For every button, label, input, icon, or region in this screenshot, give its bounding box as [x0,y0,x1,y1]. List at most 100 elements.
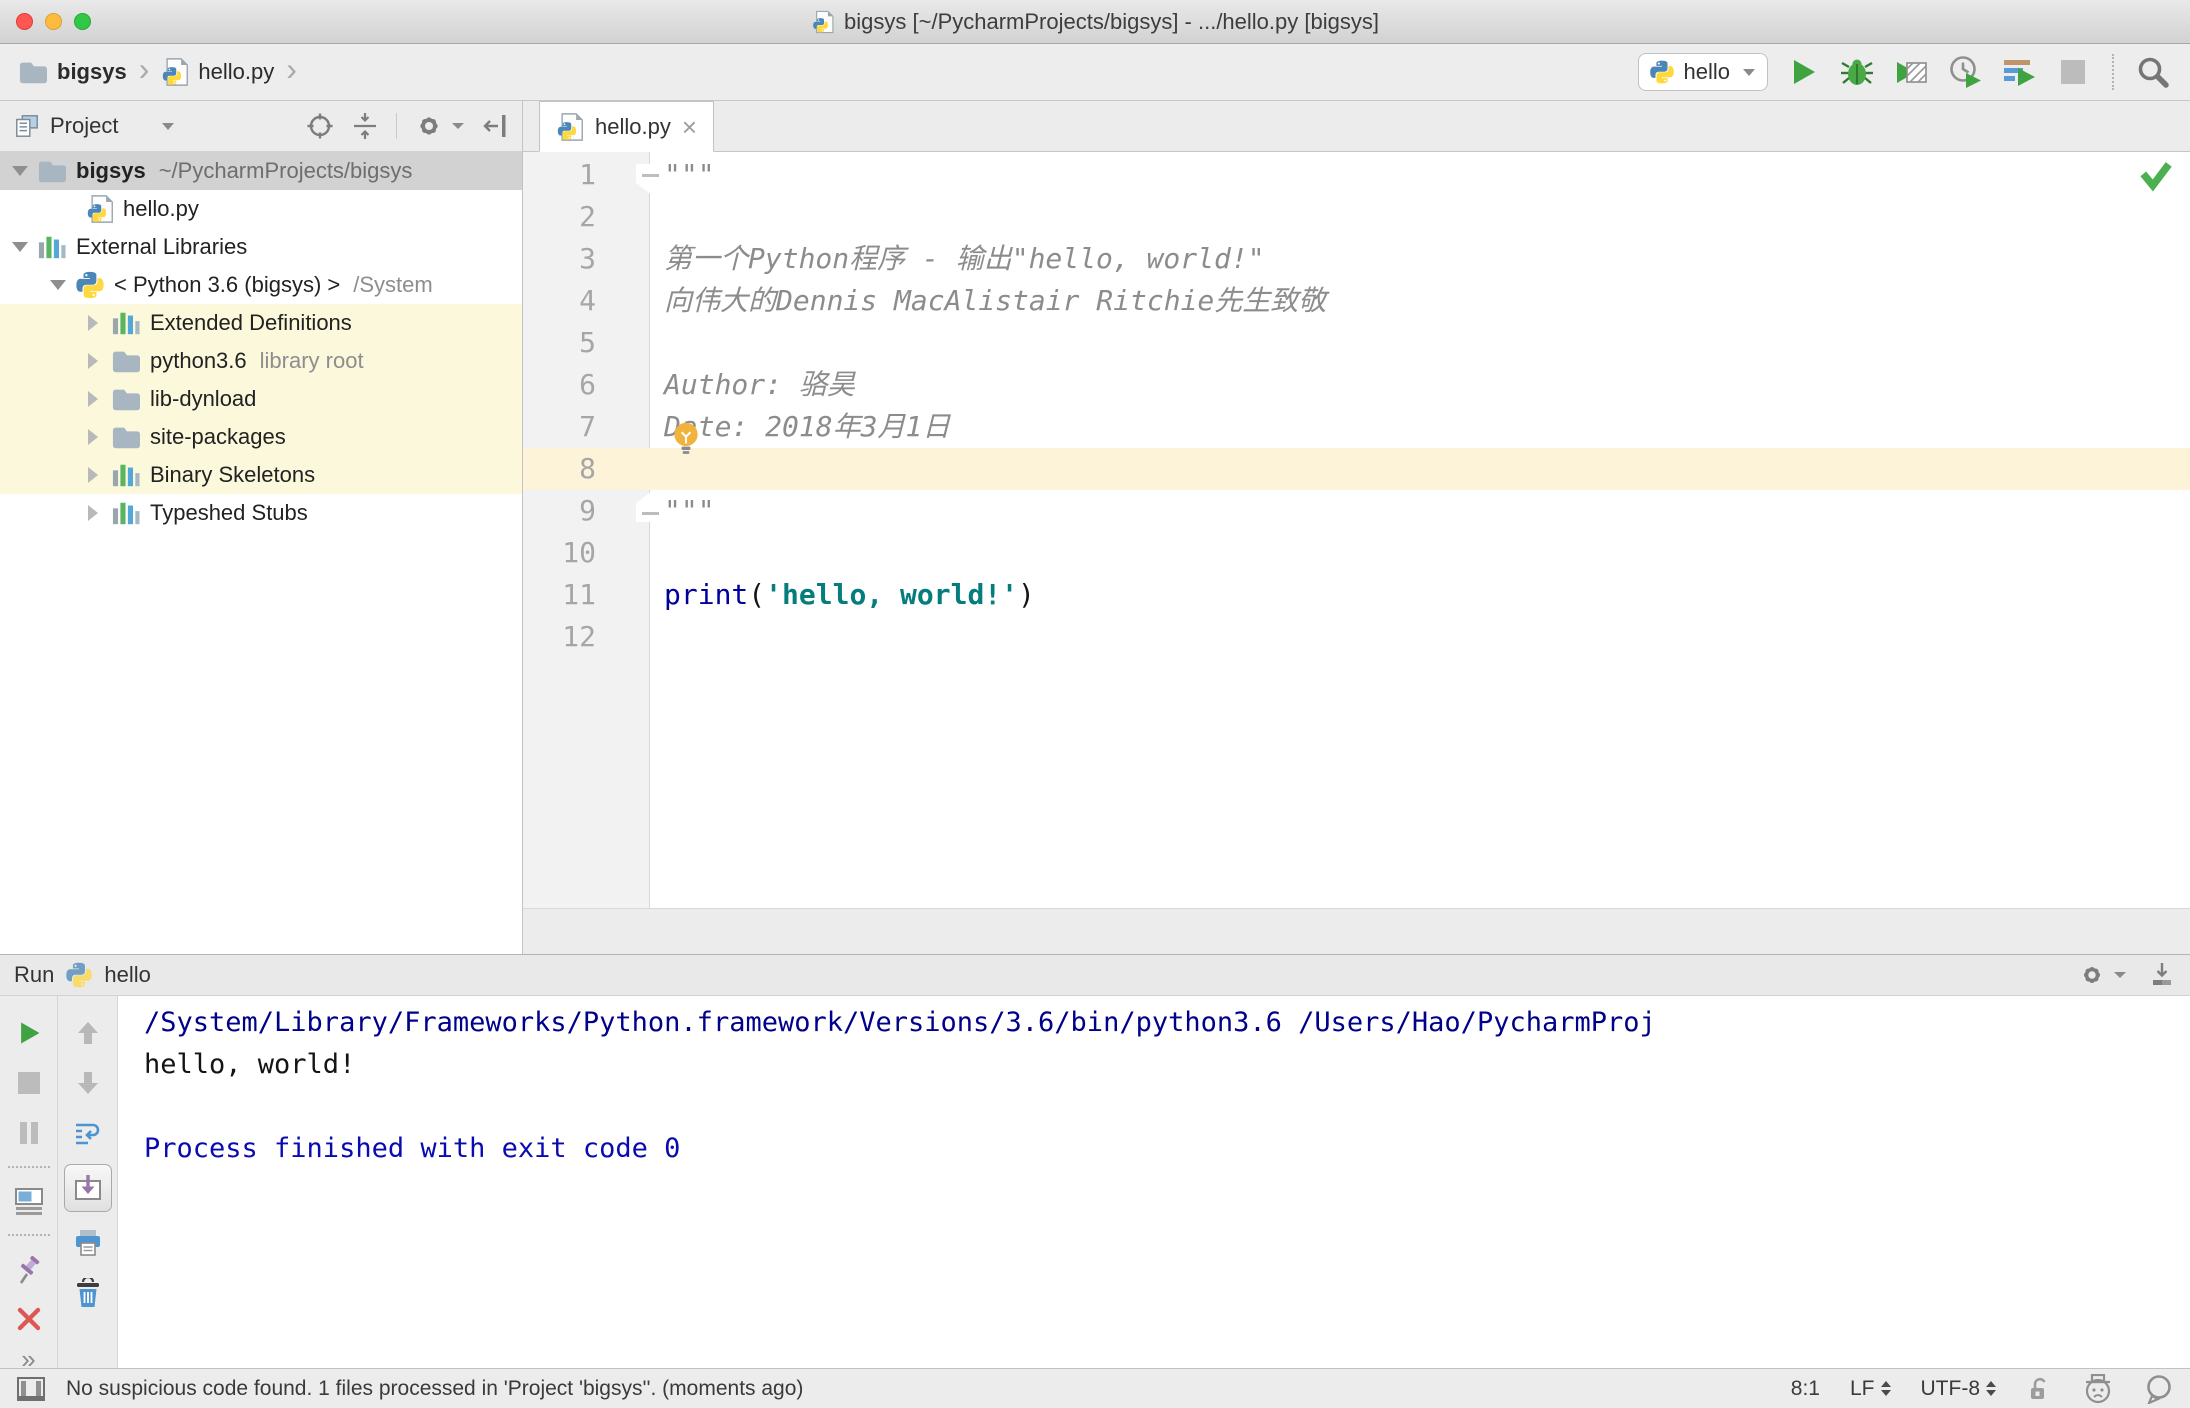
code-line: 1 """ [523,154,2190,196]
keyword-print: print [664,578,749,611]
locate-file-icon[interactable] [306,112,334,140]
status-message[interactable]: No suspicious code found. 1 files proces… [66,1377,803,1401]
line-ending-widget[interactable]: LF [1850,1377,1891,1401]
more-actions-button[interactable]: » [21,1344,35,1375]
debug-button[interactable] [1838,53,1876,91]
restore-layout-button[interactable] [14,1176,44,1226]
down-stack-trace-button[interactable] [75,1058,101,1108]
tree-row-hello-py[interactable]: hello.py [0,190,522,228]
tree-row-typeshed-stubs[interactable]: Typeshed Stubs [0,494,522,532]
collapsed-arrow-icon[interactable] [88,315,98,331]
tool-window-toggle-icon[interactable] [16,1376,46,1402]
tree-row-extended-definitions[interactable]: Extended Definitions [0,304,522,342]
soft-wrap-button[interactable] [73,1108,103,1158]
pin-tab-button[interactable] [14,1244,44,1294]
collapsed-arrow-icon[interactable] [88,353,98,369]
tree-row-python3-6[interactable]: python3.6 library root [0,342,522,380]
line-number[interactable]: 12 [523,616,650,658]
run-with-coverage-button[interactable] [1892,53,1930,91]
tree-label: lib-dynload [150,386,257,411]
up-stack-trace-button[interactable] [75,1008,101,1058]
toolbar-separator [396,113,397,139]
hide-panel-icon[interactable] [482,112,508,140]
tree-row-bigsys[interactable]: bigsys ~/PycharmProjects/bigsys [0,152,522,190]
fold-minus-icon [642,174,659,177]
run-console[interactable]: /System/Library/Frameworks/Python.framew… [118,996,2190,1368]
expanded-arrow-icon[interactable] [12,166,28,176]
line-number[interactable]: 6 [523,364,650,406]
line-number[interactable]: 10 [523,532,650,574]
run-configuration-select[interactable]: hello [1637,53,1768,91]
expanded-arrow-icon[interactable] [12,242,28,252]
print-console-button[interactable] [73,1218,103,1268]
clear-console-button[interactable] [74,1268,102,1318]
project-view-icon [16,115,38,137]
chevron-down-icon[interactable] [162,122,175,130]
tree-row-site-packages[interactable]: site-packages [0,418,522,456]
collapsed-arrow-icon[interactable] [88,429,98,445]
code-line: 6 Author: 骆昊 [523,364,2190,406]
line-number[interactable]: 3 [523,238,650,280]
rerun-button[interactable] [15,1008,43,1058]
code-line: 2 [523,196,2190,238]
hector-inspector-icon[interactable] [2082,1373,2114,1404]
intention-bulb-icon[interactable] [669,420,703,460]
line-number[interactable]: 11 [523,574,650,616]
minimize-window-button[interactable] [45,13,62,30]
chevron-right-icon: › [286,51,297,87]
tree-row-external-libraries[interactable]: External Libraries [0,228,522,266]
pause-output-button[interactable] [17,1108,41,1158]
line-number[interactable]: 7 [523,406,650,448]
breadcrumb-file[interactable]: hello.py [198,59,274,85]
project-panel-title[interactable]: Project [50,113,118,139]
close-panel-button[interactable] [16,1294,42,1344]
run-panel-config-name[interactable]: hello [104,962,150,988]
collapsed-arrow-icon[interactable] [88,467,98,483]
line-number[interactable]: 8 [523,448,650,490]
code-line: 4 向伟大的Dennis MacAlistair Ritchie先生致敬 [523,280,2190,322]
run-button[interactable] [1784,53,1822,91]
inspection-ok-check-icon[interactable] [2138,160,2174,192]
collapse-all-icon[interactable] [352,112,378,140]
run-settings-button[interactable] [2079,962,2126,988]
code-editor[interactable]: 1 """ 2 3 第一个Python程序 - 输出"hello, world!" … [523,152,2190,908]
tree-row-lib-dynload[interactable]: lib-dynload [0,380,522,418]
dock-panel-icon[interactable] [2148,961,2176,989]
editor-hscroll-strip[interactable] [523,908,2190,954]
tree-row-python-3-6[interactable]: < Python 3.6 (bigsys) > /System [0,266,522,304]
stop-process-button[interactable] [16,1058,42,1108]
code-lines: 1 """ 2 3 第一个Python程序 - 输出"hello, world!" … [523,152,2190,658]
caret-position-widget[interactable]: 8:1 [1791,1377,1820,1401]
close-tab-icon[interactable]: × [682,114,697,140]
project-tool-window: Project bigsys ~/PycharmProjects/bigsys … [0,101,523,954]
tree-row-binary-skeletons[interactable]: Binary Skeletons [0,456,522,494]
console-command-line: /System/Library/Frameworks/Python.framew… [144,1007,1656,1038]
line-number[interactable]: 2 [523,196,650,238]
event-log-bubble-icon[interactable] [2144,1374,2174,1404]
encoding-widget[interactable]: UTF-8 [1921,1377,1996,1401]
line-number[interactable]: 1 [523,154,650,196]
run-panel-title[interactable]: Run [14,962,54,988]
collapsed-arrow-icon[interactable] [88,505,98,521]
concurrency-diagram-button[interactable] [2000,53,2038,91]
scroll-to-end-button[interactable] [63,1158,112,1218]
profiler-button[interactable] [1946,53,1984,91]
expanded-arrow-icon[interactable] [50,280,66,290]
python-logo-icon [76,271,104,299]
line-number[interactable]: 4 [523,280,650,322]
search-everywhere-button[interactable] [2134,53,2172,91]
stop-button[interactable] [2054,53,2092,91]
tab-hello-py[interactable]: hello.py × [539,101,715,152]
collapsed-arrow-icon[interactable] [88,391,98,407]
zoom-window-button[interactable] [74,13,91,30]
unlock-icon[interactable] [2026,1375,2052,1403]
line-number[interactable]: 5 [523,322,650,364]
breadcrumb-project[interactable]: bigsys [57,59,127,85]
close-window-button[interactable] [16,13,33,30]
sorter-arrows-icon [1986,1381,1996,1396]
library-icon [112,464,140,487]
library-icon [38,236,66,259]
line-number[interactable]: 9 [523,490,650,532]
panel-settings-button[interactable] [415,112,464,140]
toolbar-separator [7,1166,50,1168]
